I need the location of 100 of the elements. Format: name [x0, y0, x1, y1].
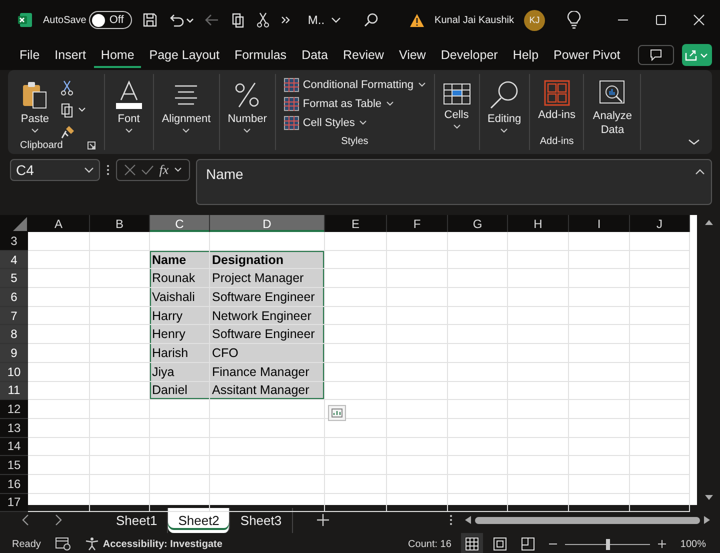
font-label[interactable]: Font	[118, 113, 140, 125]
copy-icon[interactable]	[230, 12, 246, 28]
chevron-down-icon[interactable]	[243, 128, 252, 134]
column-header[interactable]: B	[90, 215, 150, 232]
chevron-down-icon[interactable]	[358, 120, 367, 126]
add-sheet-icon[interactable]	[316, 514, 329, 526]
row-header[interactable]: 17	[0, 494, 28, 512]
row-header[interactable]: 9	[0, 344, 28, 363]
name-box[interactable]: C4	[10, 159, 100, 181]
chevron-down-icon[interactable]	[500, 128, 508, 134]
paste-label[interactable]: Paste	[20, 113, 50, 125]
macro-record-icon[interactable]	[54, 537, 71, 551]
column-header[interactable]: H	[508, 215, 569, 232]
comments-button[interactable]	[638, 45, 674, 65]
scissors-icon[interactable]	[60, 80, 74, 96]
sheet-tab[interactable]: Sheet3	[230, 508, 293, 532]
magnifier-icon[interactable]	[489, 80, 520, 110]
accessibility-person-icon[interactable]	[84, 537, 99, 551]
chevron-down-icon[interactable]	[84, 166, 94, 174]
column-header[interactable]: C	[150, 215, 210, 232]
column-header[interactable]: G	[448, 215, 508, 232]
row-header[interactable]: 3	[0, 232, 28, 251]
select-all-corner[interactable]	[0, 215, 28, 232]
chevron-down-icon[interactable]	[174, 167, 182, 173]
ribbon-tab[interactable]: File	[13, 42, 46, 68]
row-header[interactable]: 13	[0, 418, 28, 438]
paintbrush-icon[interactable]	[60, 124, 76, 140]
collapse-formula-bar-icon[interactable]	[695, 168, 705, 175]
row-header[interactable]: 10	[0, 362, 28, 382]
row-header[interactable]: 16	[0, 474, 28, 494]
vertical-dots-icon[interactable]	[106, 164, 110, 176]
chevron-down-icon[interactable]	[31, 128, 39, 134]
ribbon-tab[interactable]: Page Layout	[142, 42, 226, 68]
table-grid-icon[interactable]	[284, 78, 299, 92]
sheet-tab[interactable]: Sheet2	[168, 508, 230, 532]
triangle-icon[interactable]	[13, 217, 27, 231]
share-icon[interactable]	[685, 49, 709, 61]
ribbon-tab[interactable]: Insert	[48, 42, 92, 68]
ribbon-tab[interactable]: Review	[336, 42, 390, 68]
page-break-icon[interactable]	[521, 537, 536, 551]
more-chevron-icon[interactable]	[280, 14, 292, 26]
share-button[interactable]	[682, 44, 712, 66]
scroll-right-icon[interactable]	[704, 516, 710, 524]
next-sheet-icon[interactable]	[54, 514, 62, 526]
percent-icon[interactable]	[233, 80, 262, 110]
autosave-toggle[interactable]: Off	[89, 11, 132, 29]
speech-bubble-icon[interactable]	[650, 49, 662, 61]
chevron-down-icon[interactable]	[182, 128, 190, 134]
number-label[interactable]: Number	[228, 113, 267, 125]
editing-label[interactable]: Editing	[488, 113, 522, 125]
row-header[interactable]: 14	[0, 438, 28, 456]
column-header[interactable]: E	[325, 215, 387, 232]
scissors-icon[interactable]	[256, 12, 270, 28]
ribbon-tab[interactable]: Developer	[434, 42, 504, 68]
column-header[interactable]: A	[28, 215, 90, 232]
column-header[interactable]: J	[630, 215, 690, 232]
maximize-icon[interactable]	[655, 14, 668, 26]
row-header[interactable]: 5	[0, 269, 28, 288]
scroll-down-icon[interactable]	[704, 495, 712, 501]
chevron-down-icon[interactable]	[386, 101, 394, 107]
row-header[interactable]: 6	[0, 288, 28, 307]
analyze-data-label[interactable]: Analyze Data	[592, 109, 632, 137]
back-arrow-icon[interactable]	[204, 12, 220, 28]
chart-magnifier-icon[interactable]	[599, 80, 626, 106]
vertical-dots-icon[interactable]	[449, 514, 453, 526]
cells-label[interactable]: Cells	[444, 109, 469, 121]
styles-menu-button[interactable]: Conditional Formatting	[284, 78, 426, 92]
dialog-launcher-icon[interactable]	[86, 141, 96, 150]
undo-icon[interactable]	[168, 12, 194, 28]
row-header[interactable]: 4	[0, 250, 28, 270]
ribbon-tab[interactable]: Home	[94, 42, 141, 68]
scroll-left-icon[interactable]	[465, 516, 471, 524]
styles-menu-button[interactable]: Format as Table	[284, 97, 394, 111]
copy-icon[interactable]	[60, 102, 86, 118]
lightbulb-icon[interactable]	[567, 11, 582, 29]
collapse-ribbon-icon[interactable]	[688, 138, 700, 146]
close-icon[interactable]	[693, 14, 706, 26]
row-header[interactable]: 7	[0, 306, 28, 326]
file-name-button[interactable]: M..	[308, 13, 341, 27]
chevron-down-icon[interactable]	[124, 128, 133, 134]
scroll-up-icon[interactable]	[704, 219, 712, 225]
insert-function-button[interactable]: fx	[159, 162, 169, 178]
ribbon-tab[interactable]: Power Pivot	[547, 42, 627, 68]
table-grid-icon[interactable]	[284, 97, 299, 111]
styles-menu-button[interactable]: Cell Styles	[284, 116, 367, 130]
add-ins-button-label[interactable]: Add-ins	[538, 109, 576, 121]
accessibility-button[interactable]: Accessibility: Investigate	[84, 537, 222, 551]
warning-icon[interactable]	[408, 12, 425, 28]
column-header[interactable]: I	[569, 215, 630, 232]
column-header[interactable]: D	[210, 215, 325, 232]
scrollbar-thumb[interactable]	[475, 516, 700, 524]
chevron-down-icon[interactable]	[452, 124, 461, 130]
table-grid-icon[interactable]	[284, 116, 299, 130]
row-header[interactable]: 11	[0, 382, 28, 400]
horizontal-scrollbar[interactable]	[465, 513, 710, 527]
save-icon[interactable]	[142, 12, 158, 28]
page-layout-icon[interactable]	[493, 537, 508, 551]
previous-sheet-icon[interactable]	[22, 514, 30, 526]
chevron-down-icon[interactable]	[330, 16, 341, 24]
ribbon-tab[interactable]: Formulas	[228, 42, 294, 68]
